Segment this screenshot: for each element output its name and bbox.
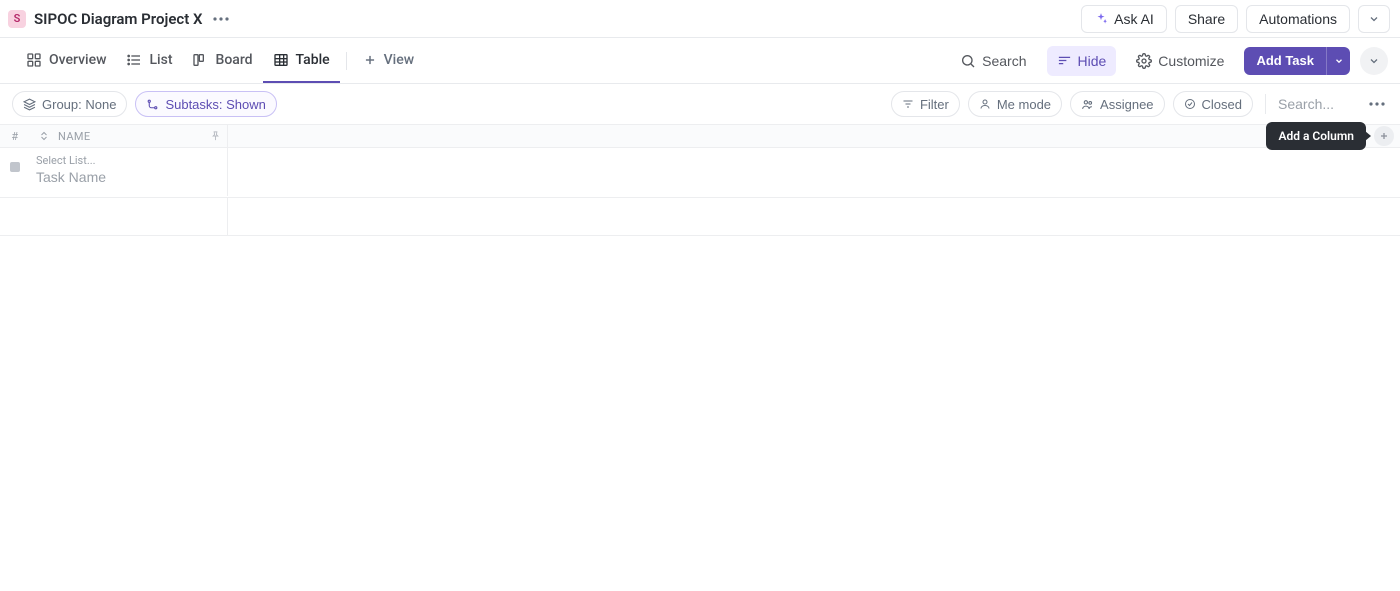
search-label: Search [982, 53, 1026, 69]
search-icon [960, 53, 976, 69]
page-title: SIPOC Diagram Project X [34, 10, 202, 28]
me-mode-chip[interactable]: Me mode [968, 91, 1062, 117]
assignee-chip-label: Assignee [1100, 97, 1153, 112]
ellipsis-icon [1369, 102, 1385, 106]
dashboard-icon [26, 52, 42, 68]
closed-chip-label: Closed [1202, 97, 1242, 112]
table-header: # NAME Add a Column [0, 124, 1400, 148]
ask-ai-label: Ask AI [1114, 11, 1154, 27]
ask-ai-button[interactable]: Ask AI [1081, 5, 1167, 33]
filter-chip[interactable]: Filter [891, 91, 960, 117]
table-icon [273, 52, 289, 68]
person-icon [979, 98, 991, 110]
empty-row [0, 198, 1400, 236]
add-view-button[interactable]: View [353, 38, 425, 83]
subtasks-icon [146, 98, 159, 111]
column-index: # [0, 130, 30, 143]
separator [1265, 94, 1266, 114]
row-handle[interactable] [0, 148, 30, 172]
tab-board-label: Board [215, 52, 252, 68]
add-column-button[interactable] [1374, 126, 1394, 146]
chevron-down-icon [1368, 55, 1380, 67]
assignee-chip[interactable]: Assignee [1070, 91, 1164, 117]
ellipsis-icon [213, 17, 229, 21]
me-mode-label: Me mode [997, 97, 1051, 112]
hide-button[interactable]: Hide [1047, 46, 1117, 76]
group-chip[interactable]: Group: None [12, 91, 127, 117]
toolbar-more-button[interactable] [1366, 93, 1388, 115]
tab-overview-label: Overview [49, 52, 106, 68]
tab-list[interactable]: List [116, 38, 182, 83]
column-name-label: NAME [58, 130, 91, 143]
chevron-down-icon [1334, 56, 1344, 66]
chevron-down-icon [1368, 13, 1380, 25]
board-icon [192, 52, 208, 68]
search-input[interactable] [1278, 96, 1358, 112]
expand-button[interactable] [1358, 5, 1390, 33]
add-task-label: Add Task [1256, 53, 1314, 68]
add-view-label: View [384, 52, 415, 68]
add-task-split-button: Add Task [1244, 47, 1350, 75]
share-button[interactable]: Share [1175, 5, 1238, 33]
tab-overview[interactable]: Overview [16, 38, 116, 83]
select-list-button[interactable]: Select List... [36, 154, 221, 167]
layers-icon [23, 98, 36, 111]
people-icon [1081, 98, 1094, 111]
tab-table[interactable]: Table [263, 38, 340, 83]
more-options-button[interactable] [210, 8, 232, 30]
subtasks-chip[interactable]: Subtasks: Shown [135, 91, 276, 117]
subtasks-chip-label: Subtasks: Shown [165, 97, 265, 112]
collapse-toolbar-button[interactable] [1360, 47, 1388, 75]
tab-table-label: Table [296, 52, 330, 68]
filter-chip-label: Filter [920, 97, 949, 112]
add-column-tooltip: Add a Column [1266, 122, 1366, 150]
expand-all-icon [38, 130, 50, 142]
add-task-button[interactable]: Add Task [1244, 47, 1326, 75]
task-name-input[interactable] [36, 169, 221, 185]
gear-icon [1136, 53, 1152, 69]
search-button[interactable]: Search [950, 46, 1036, 76]
customize-button[interactable]: Customize [1126, 46, 1234, 76]
automations-label: Automations [1259, 11, 1337, 27]
group-chip-label: Group: None [42, 97, 116, 112]
customize-label: Customize [1158, 53, 1224, 69]
tab-board[interactable]: Board [182, 38, 262, 83]
workspace-icon[interactable]: S [8, 10, 26, 28]
separator [346, 52, 347, 70]
share-label: Share [1188, 11, 1225, 27]
check-circle-icon [1184, 98, 1196, 110]
plus-icon [363, 53, 377, 67]
automations-button[interactable]: Automations [1246, 5, 1350, 33]
tab-list-label: List [149, 52, 172, 68]
filter-icon [902, 98, 914, 110]
hide-label: Hide [1078, 53, 1107, 69]
plus-circle-icon [1378, 130, 1390, 142]
pin-icon[interactable] [210, 131, 221, 142]
column-name[interactable]: NAME [30, 125, 228, 147]
new-task-row: Select List... [0, 148, 1400, 198]
add-task-dropdown[interactable] [1326, 47, 1350, 75]
list-icon [126, 52, 142, 68]
closed-chip[interactable]: Closed [1173, 91, 1253, 117]
status-square-icon [10, 162, 20, 172]
sliders-icon [1057, 53, 1072, 68]
sparkle-icon [1094, 12, 1108, 26]
